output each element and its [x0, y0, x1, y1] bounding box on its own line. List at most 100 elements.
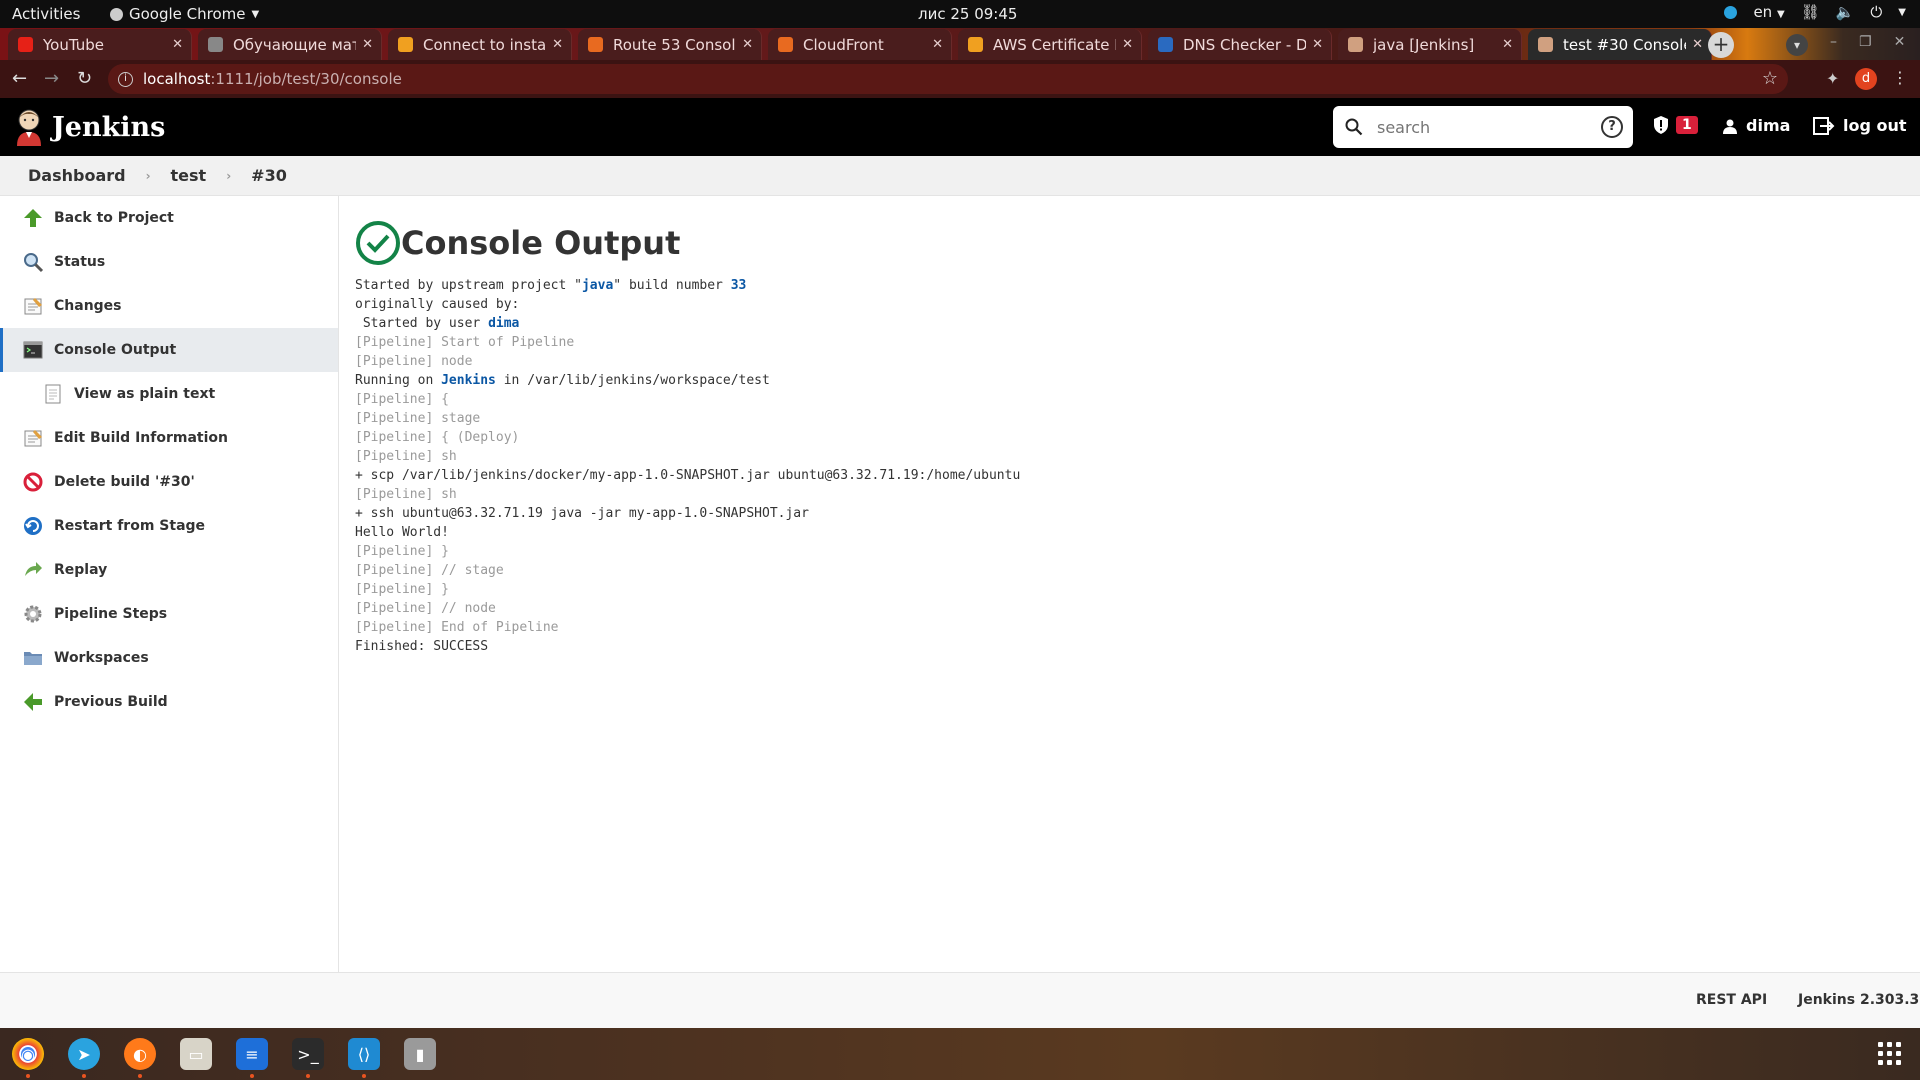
tab[interactable]: DNS Checker - DN ✕ [1148, 29, 1332, 60]
running-indicator [250, 1074, 254, 1078]
extensions-puzzle-icon[interactable]: ✦ [1826, 69, 1839, 88]
back-arrow-icon[interactable]: ← [12, 68, 27, 89]
caret-down-icon[interactable]: ▼ [1898, 7, 1906, 18]
caret-down-icon: ▼ [251, 8, 260, 20]
usb-drive-icon[interactable]: ▮ [404, 1038, 436, 1070]
running-indicator [26, 1074, 30, 1078]
jenkins-version-link[interactable]: Jenkins 2.303.3 [1798, 992, 1919, 1008]
sidebar-item-previous-build[interactable]: Previous Build [0, 680, 338, 724]
close-window-icon[interactable]: ✕ [1894, 34, 1906, 50]
chrome-icon[interactable]: ◉ [12, 1038, 44, 1078]
activities-button[interactable]: Activities [12, 5, 80, 23]
tab-search-button[interactable]: ▾ [1786, 34, 1808, 56]
folder-icon [24, 652, 42, 665]
chrome-menu-icon[interactable]: ⋮ [1892, 68, 1908, 87]
replay-arrow-icon [25, 562, 42, 576]
tab[interactable]: YouTube ✕ [8, 29, 192, 60]
forward-arrow-icon[interactable]: → [44, 68, 59, 89]
close-tab-icon[interactable]: ✕ [1692, 37, 1703, 52]
sidebar-item-pipeline-steps[interactable]: Pipeline Steps [0, 592, 338, 636]
aws-cloudfront-icon [778, 37, 793, 52]
sidebar-item-edit-build-information[interactable]: Edit Build Information [0, 416, 338, 460]
firefox-icon[interactable]: ◐ [124, 1038, 156, 1078]
close-tab-icon[interactable]: ✕ [362, 37, 373, 52]
vscode-icon[interactable]: ⟨⟩ [348, 1038, 380, 1078]
system-tray[interactable]: en ▼ ⛓ 🔈 ⏻ ▼ [1724, 3, 1906, 21]
success-check-icon [356, 221, 400, 265]
help-icon[interactable]: ? [1601, 116, 1623, 138]
sidebar-item-workspaces[interactable]: Workspaces [0, 636, 338, 680]
magnifier-icon [24, 253, 44, 273]
minimize-icon[interactable]: – [1830, 34, 1837, 50]
close-tab-icon[interactable]: ✕ [552, 37, 563, 52]
writer-icon[interactable]: ≡ [236, 1038, 268, 1078]
site-info-icon[interactable]: i [118, 71, 133, 87]
close-tab-icon[interactable]: ✕ [172, 37, 183, 52]
console-line: Hello World! [355, 523, 1020, 542]
running-indicator [138, 1074, 142, 1078]
jenkins-logo-link[interactable]: Jenkins [14, 108, 165, 146]
console-text: [Pipeline] node [355, 354, 473, 369]
console-text: [Pipeline] sh [355, 449, 457, 464]
logout-link[interactable]: log out [1813, 116, 1907, 135]
tab[interactable]: Connect to instan ✕ [388, 29, 572, 60]
security-alert[interactable]: 1 [1652, 115, 1698, 135]
tab[interactable]: test #30 Console [✕ [1528, 29, 1712, 60]
new-tab-button[interactable]: + [1708, 32, 1734, 58]
sidebar-item-label: View as plain text [74, 386, 216, 402]
language-indicator[interactable]: en ▼ [1753, 3, 1784, 21]
search-box[interactable]: ? [1333, 106, 1633, 148]
sidebar-item-restart-from-stage[interactable]: Restart from Stage [0, 504, 338, 548]
close-tab-icon[interactable]: ✕ [742, 37, 753, 52]
tab[interactable]: java [Jenkins] ✕ [1338, 29, 1522, 60]
sidebar-item-status[interactable]: Status [0, 240, 338, 284]
sidebar-item-delete-build[interactable]: Delete build '#30' [0, 460, 338, 504]
tab[interactable]: Route 53 Console ✕ [578, 29, 762, 60]
user-link[interactable]: dima [1722, 116, 1790, 135]
console-link[interactable]: dima [488, 316, 519, 331]
volume-icon[interactable]: 🔈 [1836, 3, 1855, 21]
tab[interactable]: CloudFront ✕ [768, 29, 952, 60]
console-text: " build number [613, 278, 731, 293]
sidebar-item-label: Changes [54, 298, 122, 314]
tab[interactable]: AWS Certificate M ✕ [958, 29, 1142, 60]
close-tab-icon[interactable]: ✕ [1122, 37, 1133, 52]
sidebar-item-back-to-project[interactable]: Back to Project [0, 196, 338, 240]
sidebar-item-console-output[interactable]: Console Output [0, 328, 338, 372]
sidebar-item-replay[interactable]: Replay [0, 548, 338, 592]
search-input[interactable] [1377, 117, 1587, 137]
maximize-icon[interactable]: ❐ [1859, 34, 1872, 50]
console-line: [Pipeline] { (Deploy) [355, 428, 1020, 447]
restart-icon [24, 517, 42, 535]
clock[interactable]: лис 25 09:45 [918, 5, 1017, 23]
reload-icon[interactable]: ↻ [77, 68, 92, 89]
sidebar-item-changes[interactable]: Changes [0, 284, 338, 328]
files-icon[interactable]: ▭ [180, 1038, 212, 1070]
console-link[interactable]: 33 [731, 278, 747, 293]
close-tab-icon[interactable]: ✕ [932, 37, 943, 52]
breadcrumb-job[interactable]: test [171, 166, 207, 185]
breadcrumb-build[interactable]: #30 [251, 166, 287, 185]
telegram-tray-icon[interactable] [1724, 5, 1738, 19]
close-tab-icon[interactable]: ✕ [1312, 37, 1323, 52]
tab-strip: YouTube✕Обучающие мате✕Connect to instan… [0, 28, 1920, 60]
chevron-right-icon: › [226, 168, 232, 183]
address-bar[interactable]: i localhost:1111/job/test/30/console ☆ [108, 64, 1788, 94]
app-menu[interactable]: Google Chrome ▼ [110, 5, 259, 23]
telegram-icon[interactable]: ➤ [68, 1038, 100, 1078]
power-icon[interactable]: ⏻ [1870, 3, 1882, 21]
breadcrumb-dashboard[interactable]: Dashboard [28, 166, 126, 185]
sidebar-item-label: Delete build '#30' [54, 474, 195, 490]
close-tab-icon[interactable]: ✕ [1502, 37, 1513, 52]
terminal-icon[interactable]: >_ [292, 1038, 324, 1078]
tab[interactable]: Обучающие мате ✕ [198, 29, 382, 60]
console-line: [Pipeline] // node [355, 599, 1020, 618]
profile-avatar[interactable]: d [1855, 68, 1877, 90]
network-icon[interactable]: ⛓ [1801, 3, 1820, 21]
console-link[interactable]: Jenkins [441, 373, 496, 388]
show-applications-icon[interactable] [1878, 1042, 1902, 1066]
bookmark-star-icon[interactable]: ☆ [1762, 68, 1778, 89]
rest-api-link[interactable]: REST API [1696, 992, 1767, 1008]
console-link[interactable]: java [582, 278, 613, 293]
sidebar-item-view-plain-text[interactable]: View as plain text [0, 372, 338, 416]
